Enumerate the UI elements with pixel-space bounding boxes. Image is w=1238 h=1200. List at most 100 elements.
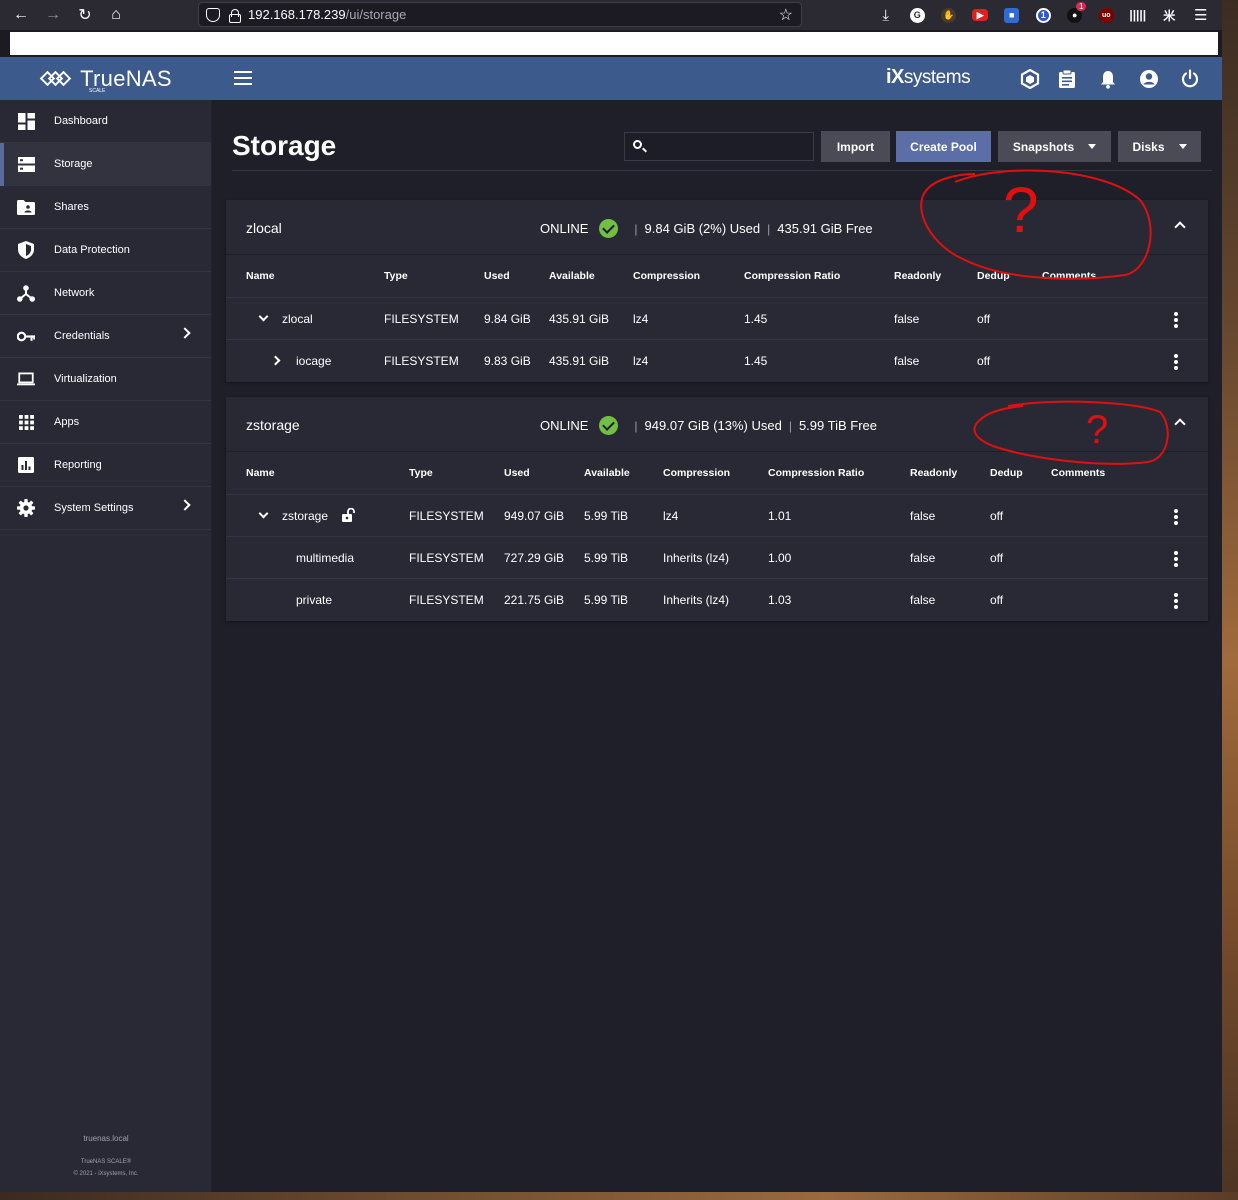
sidebar-item-label: Storage (54, 158, 93, 170)
sidebar-item-storage[interactable]: Storage (0, 143, 211, 186)
sidebar-item-dashboard[interactable]: Dashboard (0, 100, 211, 143)
sidebar-item-system-settings[interactable]: System Settings (0, 487, 211, 530)
sidebar-item-reporting[interactable]: Reporting (0, 444, 211, 487)
col-used[interactable]: Used (484, 270, 510, 282)
sidebar-item-virtualization[interactable]: Virtualization (0, 358, 211, 401)
col-name[interactable]: Name (246, 467, 275, 479)
laptop-icon (17, 370, 35, 388)
onepassword-extension-icon[interactable]: 1 (1028, 0, 1060, 30)
more-vert-icon[interactable] (1174, 509, 1178, 525)
url-bar[interactable]: 192.168.178.239/ui/storage ☆ (198, 2, 802, 27)
col-readonly[interactable]: Readonly (910, 467, 957, 479)
table-row[interactable]: multimedia FILESYSTEM 727.29 GiB 5.99 Ti… (226, 536, 1208, 578)
sidebar-item-credentials[interactable]: Credentials (0, 315, 211, 358)
online-check-icon (599, 416, 619, 435)
chevron-down-icon[interactable] (258, 508, 269, 519)
truenas-logo[interactable]: TrueNAS SCALE (0, 57, 212, 100)
notifications-bell-icon[interactable] (1097, 68, 1119, 90)
col-comments[interactable]: Comments (1042, 270, 1096, 282)
col-compression[interactable]: Compression (663, 467, 730, 479)
account-circle-icon[interactable] (1138, 68, 1160, 90)
sidebar-item-label: Shares (54, 201, 89, 213)
table-row[interactable]: zlocal FILESYSTEM 9.84 GiB 435.91 GiB lz… (226, 297, 1208, 339)
ixsystems-logo[interactable]: iXsystems (886, 66, 971, 89)
col-compression[interactable]: Compression (633, 270, 700, 282)
forward-icon[interactable]: → (38, 0, 68, 30)
hand-extension-icon[interactable]: ✋ (933, 0, 965, 30)
insecure-lock-icon[interactable] (228, 8, 241, 23)
dataset-type: FILESYSTEM (409, 593, 484, 607)
page-title: Storage (232, 130, 337, 161)
footer-product: TrueNAS SCALE® (80, 1159, 132, 1165)
col-type[interactable]: Type (409, 467, 433, 479)
home-icon[interactable]: ⌂ (101, 0, 131, 30)
browser-toolbar: ← → ↻ ⌂ 192.168.178.239/ui/storage ☆ ⤓ G… (0, 0, 1222, 30)
truecommand-icon[interactable] (1019, 68, 1041, 90)
chevron-up-icon[interactable] (1174, 221, 1186, 233)
more-vert-icon[interactable] (1174, 354, 1178, 370)
bitwarden-extension-icon[interactable]: ■ (996, 0, 1028, 30)
translate-extension-icon[interactable]: 米 (1154, 0, 1186, 30)
col-available[interactable]: Available (584, 467, 630, 479)
more-vert-icon[interactable] (1174, 312, 1178, 328)
grammarly-extension-icon[interactable]: G (902, 0, 934, 30)
power-icon[interactable] (1179, 68, 1201, 90)
hamburger-menu-icon[interactable] (234, 71, 252, 85)
sidebar-item-network[interactable]: Network (0, 272, 211, 315)
unlocked-padlock-icon[interactable] (342, 507, 356, 522)
dataset-dedup: off (990, 593, 1004, 607)
col-dedup[interactable]: Dedup (990, 467, 1023, 479)
col-name[interactable]: Name (246, 270, 275, 282)
pool-header: zlocal ONLINE | 9.84 GiB (2%) Used | 435… (226, 200, 1208, 255)
dataset-compression: Inherits (lz4) (663, 551, 730, 565)
more-vert-icon[interactable] (1174, 551, 1178, 567)
profile-extension-icon[interactable]: ● 1 (1059, 0, 1091, 30)
dataset-used: 221.75 GiB (504, 593, 565, 607)
ublock-extension-icon[interactable]: uo (1091, 0, 1123, 30)
col-readonly[interactable]: Readonly (894, 270, 941, 282)
chevron-right-icon[interactable] (270, 355, 281, 366)
barcode-extension-icon[interactable]: ||||| (1122, 0, 1154, 30)
jobs-clipboard-icon[interactable] (1056, 68, 1078, 90)
dataset-name: zstorage (282, 509, 329, 523)
import-button[interactable]: Import (821, 131, 890, 162)
table-header: Name Type Used Available Compression Com… (226, 452, 1208, 494)
col-comments[interactable]: Comments (1051, 467, 1105, 479)
sidebar-item-data-protection[interactable]: Data Protection (0, 229, 211, 272)
create-pool-button[interactable]: Create Pool (896, 131, 991, 162)
col-compression-ratio[interactable]: Compression Ratio (744, 270, 840, 282)
pool-status-text: ONLINE (540, 418, 589, 433)
search-input[interactable] (624, 132, 814, 161)
sidebar-item-apps[interactable]: Apps (0, 401, 211, 444)
sidebar-item-shares[interactable]: Shares (0, 186, 211, 229)
table-row[interactable]: iocage FILESYSTEM 9.83 GiB 435.91 GiB lz… (226, 339, 1208, 381)
bookmark-star-icon[interactable]: ☆ (779, 5, 793, 25)
dataset-name: private (296, 593, 333, 607)
col-available[interactable]: Available (549, 270, 595, 282)
dataset-readonly: false (910, 509, 936, 523)
col-dedup[interactable]: Dedup (977, 270, 1010, 282)
dataset-ratio: 1.45 (744, 354, 768, 368)
tracking-shield-icon[interactable] (206, 7, 220, 22)
sidebar-item-label: Network (54, 287, 95, 299)
col-used[interactable]: Used (504, 467, 530, 479)
youtube-extension-icon[interactable]: ▶ (965, 0, 997, 30)
reload-icon[interactable]: ↻ (70, 0, 100, 30)
table-row[interactable]: zstorage FILESYSTEM 949.07 GiB 5.99 TiB … (226, 494, 1208, 536)
chevron-up-icon[interactable] (1174, 418, 1186, 430)
col-type[interactable]: Type (384, 270, 408, 282)
disks-dropdown-button[interactable]: Disks (1118, 131, 1201, 162)
table-row[interactable]: private FILESYSTEM 221.75 GiB 5.99 TiB I… (226, 578, 1208, 620)
snapshots-dropdown-button[interactable]: Snapshots (998, 131, 1111, 162)
download-icon[interactable]: ⤓ (870, 0, 902, 30)
back-icon[interactable]: ← (6, 0, 36, 30)
chevron-down-icon[interactable] (258, 311, 269, 322)
pool-card-zlocal: zlocal ONLINE | 9.84 GiB (2%) Used | 435… (226, 200, 1208, 382)
col-compression-ratio[interactable]: Compression Ratio (768, 467, 864, 479)
shield-icon (17, 241, 35, 259)
dataset-type: FILESYSTEM (409, 551, 484, 565)
dataset-dedup: off (977, 312, 991, 326)
disks-button-label: Disks (1132, 139, 1165, 154)
more-vert-icon[interactable] (1174, 593, 1178, 609)
app-menu-icon[interactable]: ☰ (1185, 0, 1217, 30)
